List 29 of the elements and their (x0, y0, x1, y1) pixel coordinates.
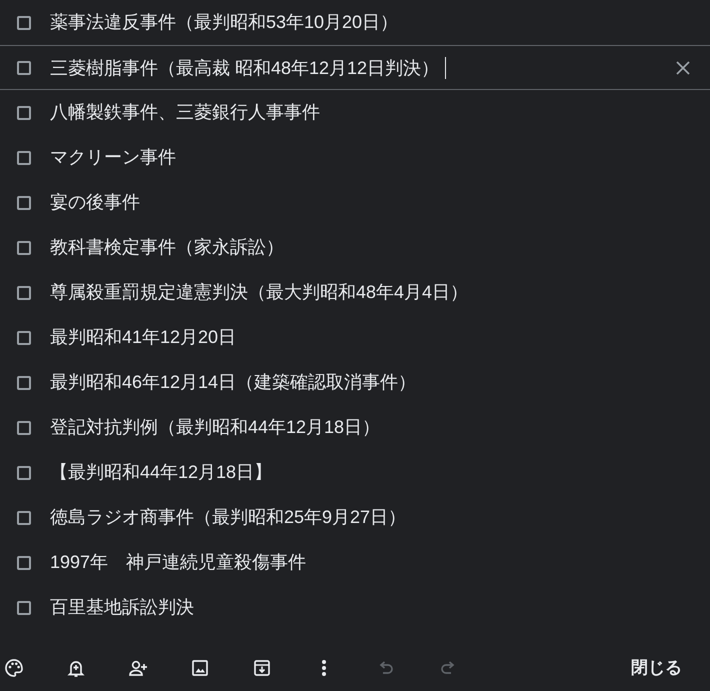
item-text[interactable]: 教科書検定事件（家永訴訟） (50, 234, 284, 261)
checkbox[interactable] (17, 106, 31, 120)
checkbox[interactable] (17, 600, 31, 614)
checkbox[interactable] (17, 240, 31, 254)
item-text[interactable]: 百里基地訴訟判決 (50, 594, 194, 621)
item-text[interactable]: 徳島ラジオ商事件（最判昭和25年9月27日） (50, 504, 406, 531)
checkbox[interactable] (17, 466, 31, 480)
item-text[interactable]: 宴の後事件 (50, 189, 140, 216)
item-text[interactable]: 最判昭和46年12月14日（建築確認取消事件） (50, 369, 416, 396)
checkbox[interactable] (17, 60, 31, 74)
checkbox[interactable] (17, 286, 31, 300)
item-text[interactable]: 最判昭和41年12月20日 (50, 324, 236, 351)
checkbox[interactable] (17, 196, 31, 210)
checkbox[interactable] (17, 556, 31, 570)
item-text[interactable]: 八幡製鉄事件、三菱銀行人事事件 (50, 99, 320, 126)
item-text[interactable]: マクリーン事件 (50, 144, 176, 171)
checkbox[interactable] (17, 150, 31, 164)
item-text[interactable]: 尊属殺重罰規定違憲判決（最大判昭和48年4月4日） (50, 279, 468, 306)
close-button[interactable]: 閉じる (625, 651, 688, 685)
checkbox[interactable] (17, 420, 31, 434)
item-text[interactable]: 三菱樹脂事件（最高裁 昭和48年12月12日判決） (50, 56, 446, 78)
checkbox[interactable] (17, 376, 31, 390)
item-text[interactable]: 登記対抗判例（最判昭和44年12月18日） (50, 414, 380, 441)
checkbox[interactable] (17, 330, 31, 344)
item-text[interactable]: 【最判昭和44年12月18日】 (50, 459, 272, 486)
item-text[interactable]: 薬事法違反事件（最判昭和53年10月20日） (50, 9, 398, 36)
checkbox[interactable] (17, 16, 31, 30)
item-text[interactable]: 1997年 神戸連続児童殺傷事件 (50, 549, 306, 576)
checkbox[interactable] (17, 510, 31, 524)
